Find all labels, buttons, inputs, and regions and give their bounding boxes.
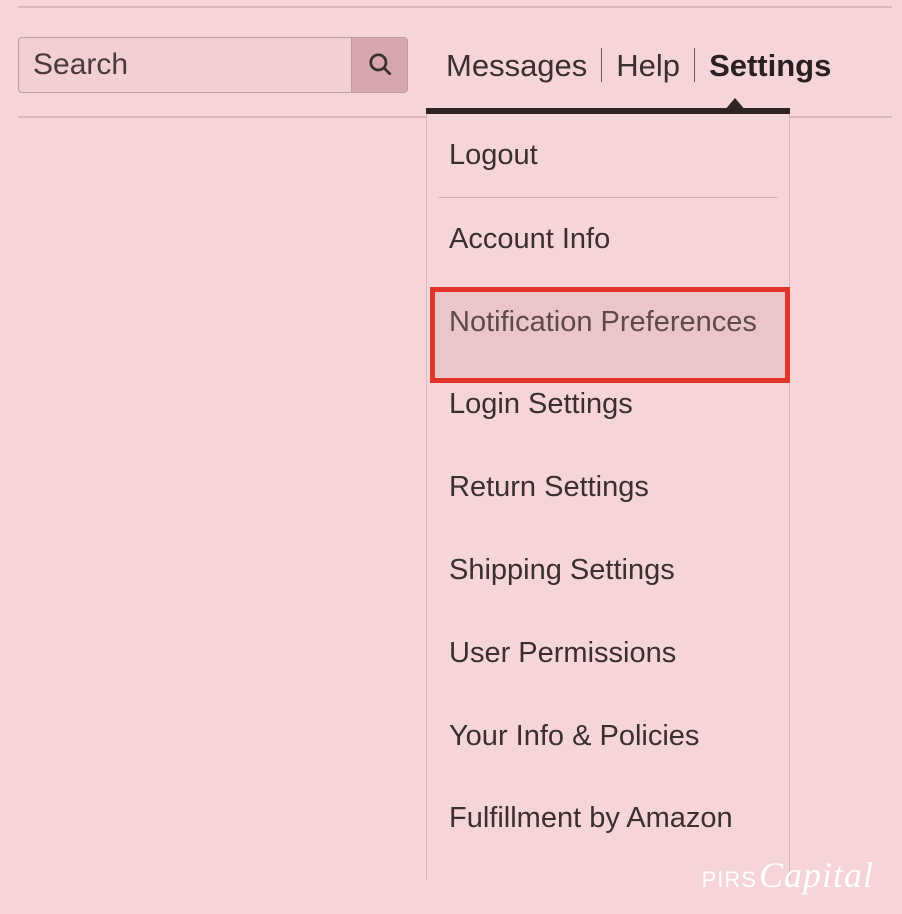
menu-item-shipping-settings[interactable]: Shipping Settings [427,529,789,612]
watermark-capital: Capital [759,854,874,896]
search-button[interactable] [351,38,407,92]
menu-item-your-info-policies[interactable]: Your Info & Policies [427,695,789,778]
search-icon [367,51,393,80]
top-nav: Messages Help Settings [432,37,845,93]
menu-item-fulfillment-by-amazon[interactable]: Fulfillment by Amazon [427,777,789,860]
search-wrap [18,37,408,93]
menu-item-login-settings[interactable]: Login Settings [427,363,789,446]
settings-dropdown: Logout Account Info Notification Prefere… [426,114,790,880]
watermark: PIRS Capital [702,854,874,896]
menu-item-logout[interactable]: Logout [427,114,789,197]
nav-help[interactable]: Help [602,47,694,83]
menu-item-notification-preferences[interactable]: Notification Preferences [427,281,789,364]
menu-item-user-permissions[interactable]: User Permissions [427,612,789,695]
search-input[interactable] [19,38,351,92]
watermark-pirs: PIRS [702,867,757,893]
top-divider [18,6,892,8]
menu-item-account-info[interactable]: Account Info [427,198,789,281]
header-row: Messages Help Settings [18,37,892,93]
nav-settings[interactable]: Settings [695,47,845,83]
nav-messages[interactable]: Messages [432,47,601,83]
menu-item-return-settings[interactable]: Return Settings [427,446,789,529]
